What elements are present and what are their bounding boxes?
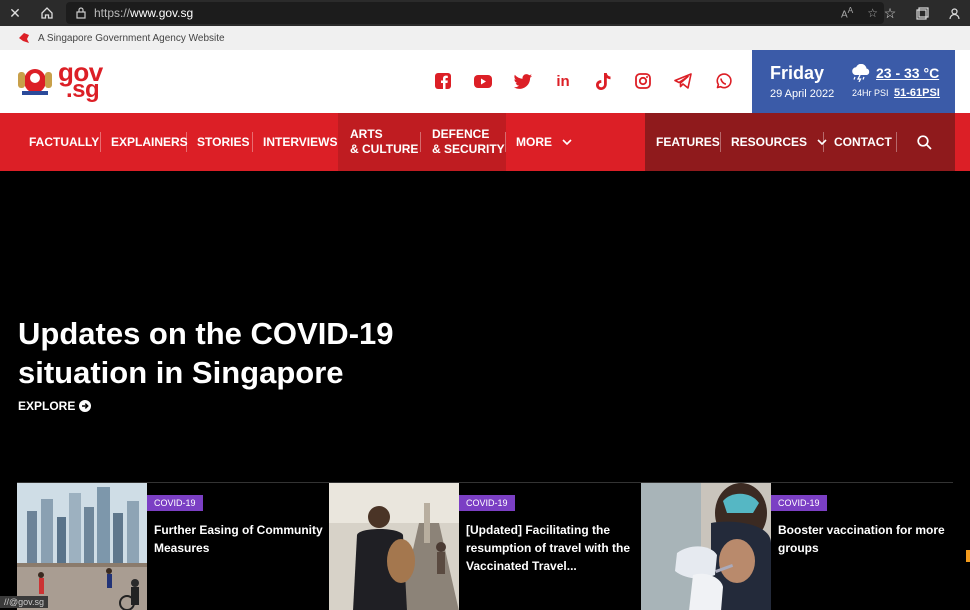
chevron-down-icon (562, 139, 572, 145)
nav-item-label: RESOURCES (731, 134, 808, 149)
nav-item-label: MORE (516, 134, 552, 149)
nav-separator (252, 132, 253, 152)
news-card[interactable]: COVID-19 Further Easing of Community Mea… (17, 482, 329, 610)
card-image-city-skyline (17, 483, 147, 610)
nav-item-contact[interactable]: CONTACT (834, 113, 892, 171)
nav-separator (823, 132, 824, 152)
tiktok-icon[interactable] (592, 70, 614, 92)
agency-strip: A Singapore Government Agency Website (0, 26, 970, 50)
nav-item-label: & CULTURE (350, 142, 419, 156)
telegram-icon[interactable] (672, 70, 694, 92)
card-category-badge[interactable]: COVID-19 (771, 495, 827, 511)
weather-day: Friday (770, 63, 825, 83)
url-text: https://www.gov.sg (94, 6, 194, 20)
home-icon[interactable] (32, 0, 62, 26)
card-category-badge[interactable]: COVID-19 (459, 495, 515, 511)
singapore-crest-icon (18, 69, 52, 95)
weather-temperature-link[interactable]: 23 - 33 °C (876, 65, 939, 81)
search-icon (917, 134, 932, 150)
nav-item-explainers[interactable]: EXPLAINERS (111, 113, 188, 171)
nav-separator (420, 132, 421, 152)
nav-item-defence-security[interactable]: DEFENCE & SECURITY (432, 113, 505, 171)
lock-icon (76, 7, 86, 19)
nav-separator (100, 132, 101, 152)
facebook-icon[interactable] (432, 70, 454, 92)
thundery-showers-icon (852, 64, 870, 82)
whatsapp-icon[interactable] (712, 70, 734, 92)
weather-widget: Friday 29 April 2022 23 - 33 °C 24Hr PSI… (752, 50, 955, 113)
nav-item-stories[interactable]: STORIES (197, 113, 249, 171)
nav-item-label: & SECURITY (432, 142, 505, 156)
nav-separator (505, 132, 506, 152)
twitter-icon[interactable] (512, 70, 534, 92)
nav-item-resources[interactable]: RESOURCES (731, 113, 827, 171)
weather-date: 29 April 2022 (770, 88, 835, 100)
address-bar[interactable]: https://www.gov.sg AA ☆ (66, 2, 884, 24)
card-category-badge[interactable]: COVID-19 (147, 495, 203, 511)
favorites-icon[interactable]: ☆ (874, 0, 906, 26)
card-title[interactable]: Booster vaccination for more groups (778, 521, 948, 557)
explore-link[interactable]: EXPLORE (18, 399, 92, 413)
card-image-traveller (329, 483, 459, 610)
read-aloud-icon[interactable]: AA (841, 5, 853, 20)
lion-head-icon (19, 33, 29, 43)
nav-item-label: ARTS (350, 127, 383, 141)
agency-strip-text: A Singapore Government Agency Website (38, 32, 225, 44)
nav-separator (186, 132, 187, 152)
nav-item-more[interactable]: MORE (516, 113, 572, 171)
psi-value-link[interactable]: 51-61PSI (894, 87, 940, 99)
collections-icon[interactable] (906, 0, 938, 26)
arrow-circle-right-icon (79, 400, 92, 412)
close-tab-icon[interactable]: ✕ (0, 0, 30, 26)
nav-item-interviews[interactable]: INTERVIEWS (263, 113, 337, 171)
status-bar-url: //@gov.sg (0, 596, 48, 608)
explore-label: EXPLORE (18, 399, 76, 413)
hero-title: Updates on the COVID-19 situation in Sin… (18, 316, 394, 390)
news-card[interactable]: COVID-19 Booster vaccination for more gr… (641, 482, 953, 610)
card-title[interactable]: [Updated] Facilitating the resumption of… (466, 521, 636, 575)
profile-icon[interactable] (938, 0, 970, 26)
social-links: in (432, 70, 734, 92)
nav-separator (896, 132, 897, 152)
feedback-tab[interactable] (966, 550, 970, 562)
nav-item-factually[interactable]: FACTUALLY (29, 113, 99, 171)
psi-label: 24Hr PSI (852, 88, 889, 98)
nav-item-arts-culture[interactable]: ARTS & CULTURE (350, 113, 418, 171)
nav-item-label: DEFENCE (432, 127, 490, 141)
instagram-icon[interactable] (632, 70, 654, 92)
hero-banner: Updates on the COVID-19 situation in Sin… (0, 171, 970, 610)
card-image-vaccination (641, 483, 771, 610)
news-card[interactable]: COVID-19 [Updated] Facilitating the resu… (329, 482, 641, 610)
card-title[interactable]: Further Easing of Community Measures (154, 521, 324, 557)
nav-item-features[interactable]: FEATURES (656, 113, 720, 171)
gov-sg-logo[interactable]: gov .sg (16, 58, 108, 104)
linkedin-icon[interactable]: in (552, 70, 574, 92)
youtube-icon[interactable] (472, 70, 494, 92)
nav-separator (720, 132, 721, 152)
browser-toolbar: ✕ https://www.gov.sg AA ☆ ☆ (0, 0, 970, 26)
search-button[interactable] (917, 113, 932, 171)
main-nav: FACTUALLY EXPLAINERS STORIES INTERVIEWS … (0, 113, 970, 171)
